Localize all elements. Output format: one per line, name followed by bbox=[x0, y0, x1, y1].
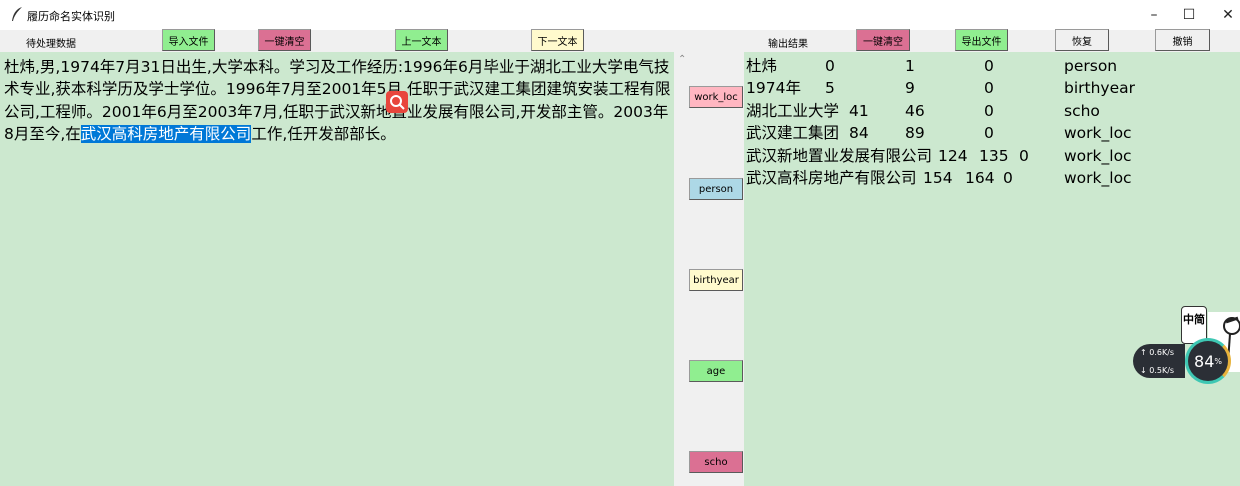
result-row: 武汉新地置业发展有限公司 124 135 0 work_loc bbox=[746, 147, 1132, 165]
label-button-work-loc[interactable]: work_loc bbox=[689, 86, 743, 108]
maximize-button[interactable]: ☐ bbox=[1171, 0, 1207, 30]
input-section-label: 待处理数据 bbox=[26, 39, 76, 50]
restore-button[interactable]: 恢复 bbox=[1055, 29, 1109, 51]
result-row: 杜炜 0 1 0 person bbox=[746, 57, 1118, 75]
label-button-age[interactable]: age bbox=[689, 360, 743, 382]
window-title: 履历命名实体识别 bbox=[27, 10, 115, 23]
label-button-scho[interactable]: scho bbox=[689, 451, 743, 473]
previous-text-button[interactable]: 上一文本 bbox=[395, 29, 448, 51]
clear-input-button[interactable]: 一键清空 bbox=[258, 29, 311, 51]
close-button[interactable]: ✕ bbox=[1210, 0, 1240, 30]
scroll-up-icon[interactable]: ⌃ bbox=[678, 54, 686, 65]
undo-button[interactable]: 撤销 bbox=[1155, 29, 1210, 51]
result-row: 湖北工业大学 41 46 0 scho bbox=[746, 102, 1100, 120]
scrollbar[interactable] bbox=[674, 52, 690, 486]
minimize-button[interactable]: – bbox=[1136, 0, 1172, 30]
output-section-label: 输出结果 bbox=[768, 39, 808, 50]
gauge-percent-sign: % bbox=[1214, 356, 1222, 366]
gauge-value: 84 bbox=[1194, 351, 1215, 371]
label-button-birthyear[interactable]: birthyear bbox=[689, 269, 743, 291]
input-text[interactable]: 杜炜,男,1974年7月31日出生,大学本科。学习及工作经历:1996年6月毕业… bbox=[4, 56, 672, 146]
import-file-button[interactable]: 导入文件 bbox=[162, 29, 215, 51]
result-row: 1974年 5 9 0 birthyear bbox=[746, 79, 1135, 97]
clear-output-button[interactable]: 一键清空 bbox=[856, 29, 910, 51]
label-button-person[interactable]: person bbox=[689, 178, 743, 200]
next-text-button[interactable]: 下一文本 bbox=[531, 29, 584, 51]
title-bar bbox=[0, 0, 1240, 30]
selected-text: 武汉高科房地产有限公司 bbox=[80, 125, 252, 144]
export-file-button[interactable]: 导出文件 bbox=[955, 29, 1008, 51]
feather-icon bbox=[12, 7, 22, 21]
result-row: 武汉高科房地产有限公司 154 164 0 work_loc bbox=[746, 169, 1132, 187]
download-speed: ↓ 0.5K/s bbox=[1140, 366, 1175, 375]
search-icon[interactable] bbox=[386, 91, 408, 113]
result-row: 武汉建工集团 84 89 0 work_loc bbox=[746, 124, 1132, 142]
upload-speed: ↑ 0.6K/s bbox=[1140, 348, 1175, 357]
memory-gauge[interactable]: 84% bbox=[1185, 338, 1231, 384]
